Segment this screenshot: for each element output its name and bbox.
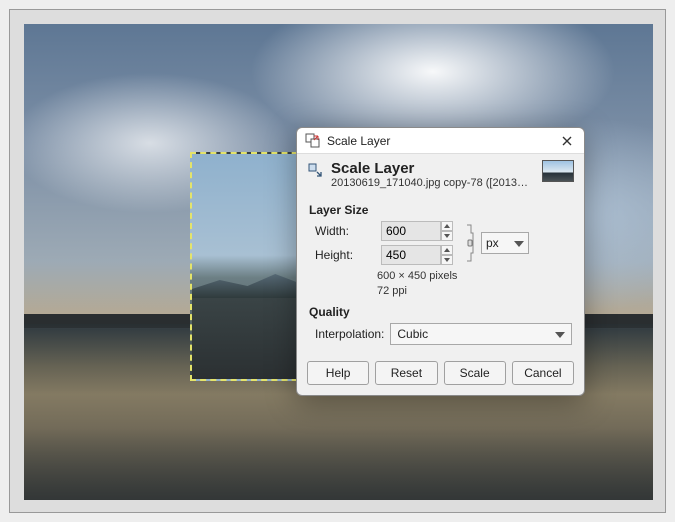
layer-size-section-label: Layer Size: [309, 203, 572, 217]
dialog-header: Scale Layer 20130619_171040.jpg copy-78 …: [297, 154, 584, 193]
scale-button[interactable]: Scale: [444, 361, 506, 385]
cancel-button[interactable]: Cancel: [512, 361, 574, 385]
chevron-down-icon: [514, 236, 524, 250]
dialog-titlebar[interactable]: Scale Layer: [297, 128, 584, 154]
dialog-heading: Scale Layer: [331, 160, 534, 177]
width-step-up[interactable]: [441, 221, 453, 231]
resize-icon: [307, 162, 323, 178]
chain-link-icon[interactable]: [463, 221, 477, 265]
width-spinner[interactable]: [381, 221, 459, 241]
layer-thumbnail: [542, 160, 574, 182]
interpolation-value: Cubic: [397, 327, 428, 341]
height-step-down[interactable]: [441, 255, 453, 265]
height-step-up[interactable]: [441, 245, 453, 255]
scale-layer-dialog: Scale Layer Scale Layer 20130619_171040.…: [296, 127, 585, 396]
quality-section-label: Quality: [309, 305, 572, 319]
close-button[interactable]: [556, 130, 578, 152]
height-input[interactable]: [381, 245, 441, 265]
interpolation-label: Interpolation:: [315, 327, 384, 341]
image-canvas[interactable]: Scale Layer Scale Layer 20130619_171040.…: [24, 24, 653, 500]
dimensions-info: 600 × 450 pixels: [377, 269, 572, 284]
chevron-down-icon: [555, 327, 565, 341]
dialog-button-row: Help Reset Scale Cancel: [297, 353, 584, 395]
help-button[interactable]: Help: [307, 361, 369, 385]
unit-value: px: [486, 236, 499, 250]
height-label: Height:: [315, 248, 377, 262]
width-input[interactable]: [381, 221, 441, 241]
interpolation-select[interactable]: Cubic: [390, 323, 572, 345]
width-label: Width:: [315, 224, 377, 238]
dialog-subtitle: 20130619_171040.jpg copy-78 ([20130701_…: [331, 177, 534, 189]
scale-icon: [305, 133, 321, 149]
reset-button[interactable]: Reset: [375, 361, 437, 385]
width-step-down[interactable]: [441, 231, 453, 241]
dialog-title: Scale Layer: [327, 134, 556, 148]
ppi-info: 72 ppi: [377, 284, 572, 299]
app-frame: Scale Layer Scale Layer 20130619_171040.…: [9, 9, 666, 513]
height-spinner[interactable]: [381, 245, 459, 265]
unit-select[interactable]: px: [481, 232, 529, 254]
